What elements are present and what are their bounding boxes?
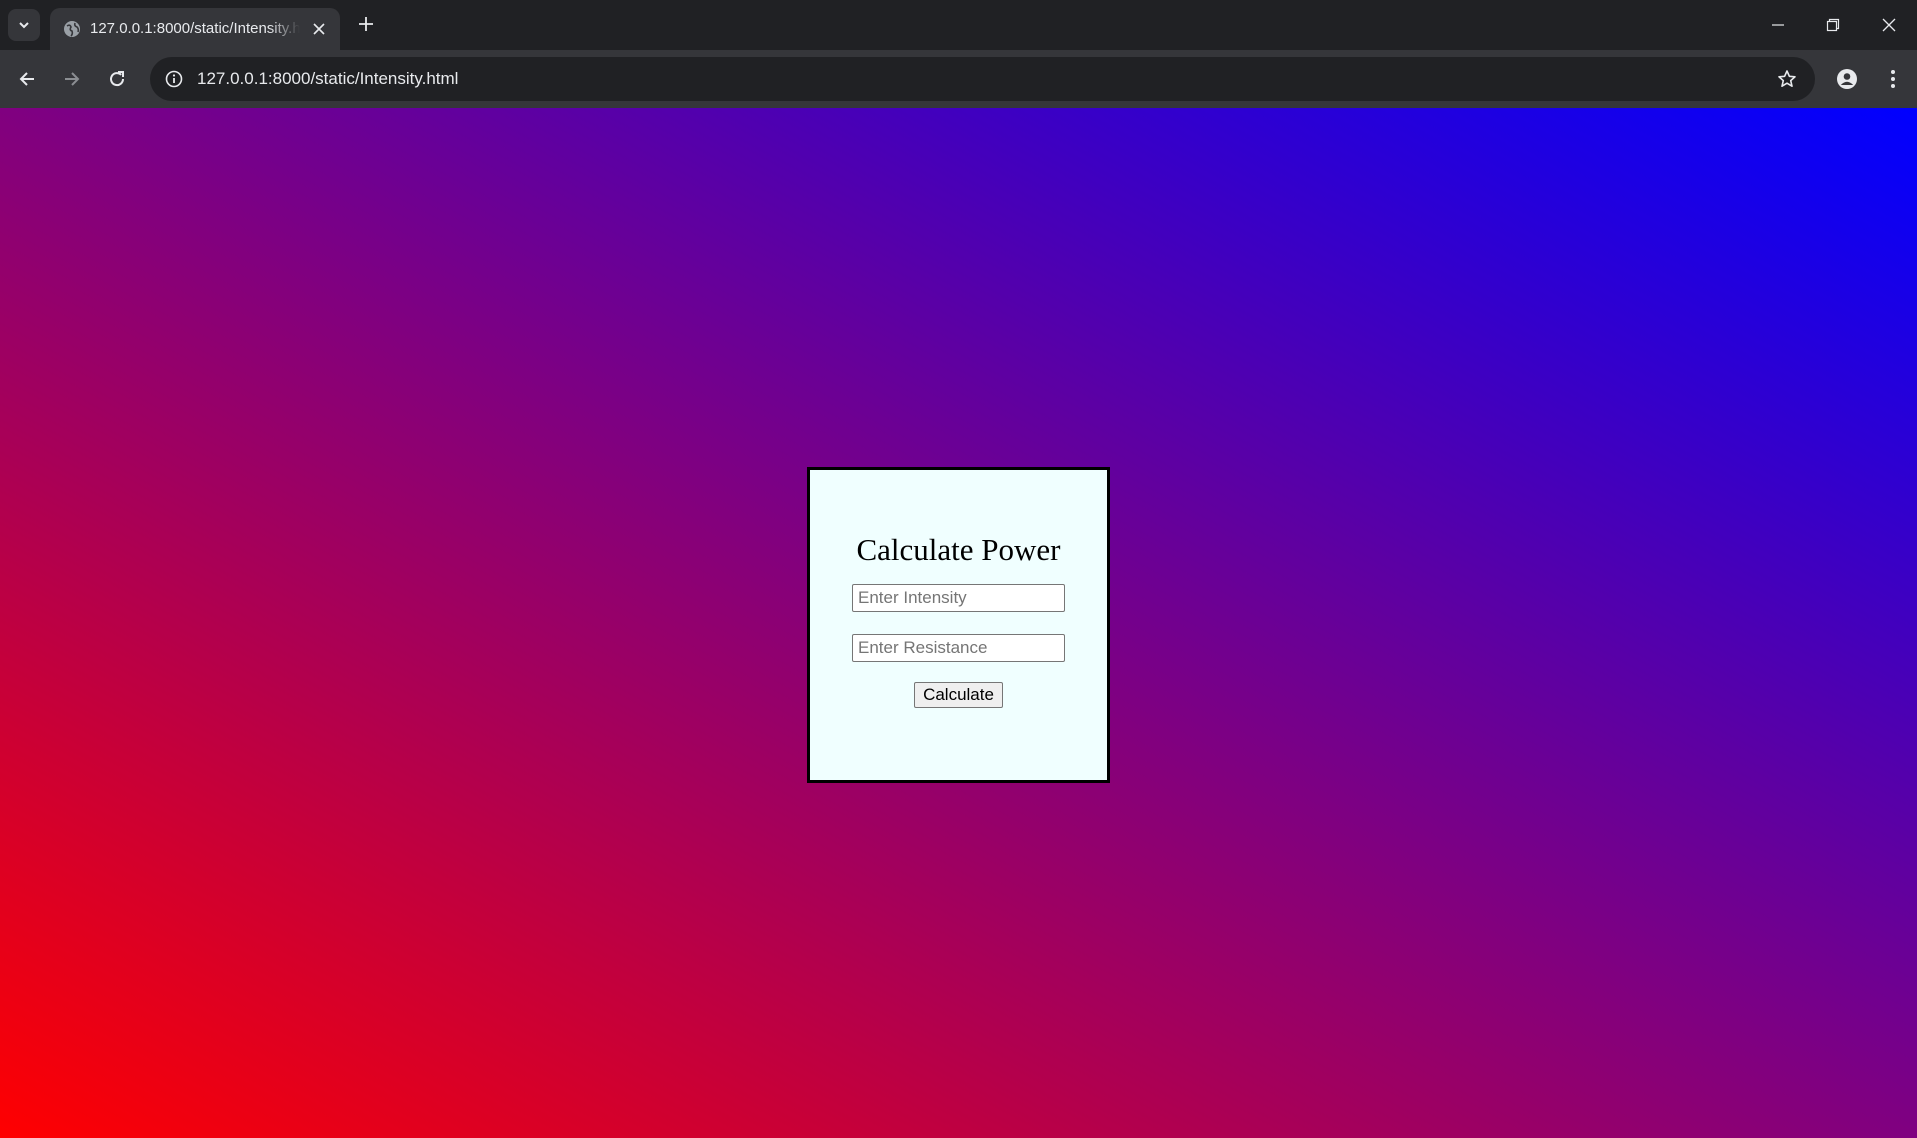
back-button[interactable] bbox=[9, 61, 45, 97]
tab-list-button[interactable] bbox=[8, 9, 40, 41]
page-title: Calculate Power bbox=[856, 532, 1061, 567]
restore-icon bbox=[1826, 18, 1840, 32]
resistance-input[interactable] bbox=[852, 634, 1065, 662]
browser-window: 127.0.0.1:8000/static/Intensity.html 127… bbox=[0, 0, 1917, 1138]
address-bar[interactable]: 127.0.0.1:8000/static/Intensity.html bbox=[150, 57, 1815, 101]
restore-button[interactable] bbox=[1805, 0, 1861, 50]
browser-menu-button[interactable] bbox=[1875, 61, 1911, 97]
site-info-button[interactable] bbox=[160, 65, 188, 93]
kebab-menu-icon bbox=[1891, 70, 1895, 88]
forward-button[interactable] bbox=[54, 61, 90, 97]
toolbar: 127.0.0.1:8000/static/Intensity.html bbox=[0, 50, 1917, 108]
close-icon bbox=[313, 23, 325, 35]
star-icon bbox=[1778, 70, 1796, 87]
power-calculator-card: Calculate Power Calculate bbox=[807, 467, 1110, 783]
globe-icon bbox=[63, 20, 81, 38]
profile-button[interactable] bbox=[1829, 61, 1865, 97]
info-icon bbox=[165, 70, 183, 88]
tab-strip: 127.0.0.1:8000/static/Intensity.html bbox=[0, 0, 1917, 50]
tab-close-button[interactable] bbox=[308, 18, 330, 40]
tab-title: 127.0.0.1:8000/static/Intensity.html bbox=[90, 20, 300, 37]
calculate-button[interactable]: Calculate bbox=[914, 682, 1003, 708]
arrow-right-icon bbox=[65, 72, 80, 86]
intensity-input[interactable] bbox=[852, 584, 1065, 612]
close-icon bbox=[1882, 18, 1896, 32]
close-window-button[interactable] bbox=[1861, 0, 1917, 50]
plus-icon bbox=[359, 17, 373, 31]
person-icon bbox=[1837, 69, 1857, 89]
reload-button[interactable] bbox=[99, 61, 135, 97]
bookmark-button[interactable] bbox=[1773, 65, 1801, 93]
chevron-down-icon bbox=[19, 22, 29, 29]
new-tab-button[interactable] bbox=[352, 10, 380, 38]
page-viewport: Calculate Power Calculate bbox=[0, 108, 1917, 1138]
arrow-left-icon bbox=[19, 72, 34, 86]
url-text: 127.0.0.1:8000/static/Intensity.html bbox=[197, 69, 459, 88]
active-tab[interactable]: 127.0.0.1:8000/static/Intensity.html bbox=[50, 8, 340, 50]
reload-icon bbox=[110, 71, 125, 87]
minimize-icon bbox=[1772, 24, 1784, 26]
minimize-button[interactable] bbox=[1750, 0, 1806, 50]
